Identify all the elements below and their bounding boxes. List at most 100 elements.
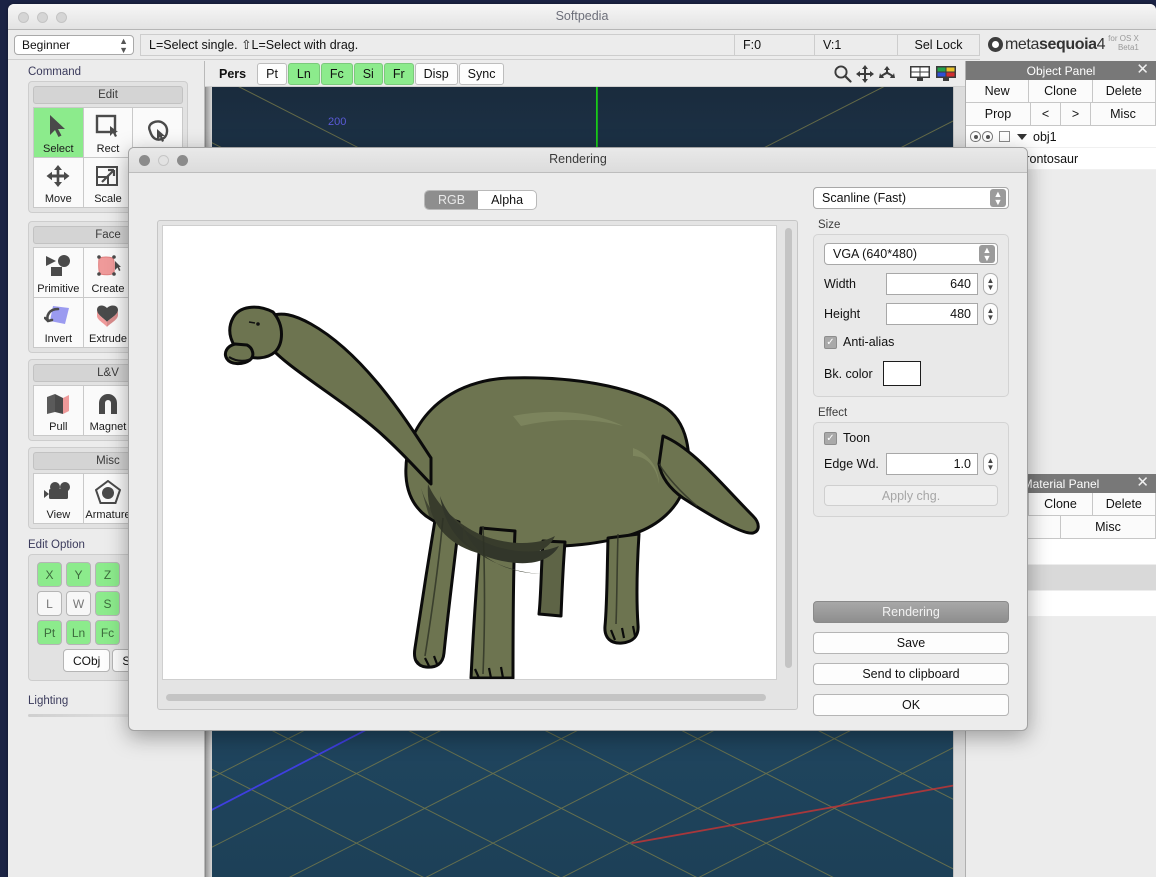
tab-fc[interactable]: Fc <box>320 62 353 85</box>
size-preset-select[interactable]: VGA (640*480) ▲ ▼ <box>824 243 998 265</box>
antialias-checkbox[interactable]: ✓ <box>824 335 837 349</box>
tab-ln[interactable]: Ln <box>287 62 320 85</box>
tool-extrude[interactable]: Extrude <box>83 298 133 347</box>
eye-visible-icon[interactable] <box>970 131 981 142</box>
edge-width-stepper[interactable]: ▲ ▼ <box>983 453 998 475</box>
render-action-buttons: Rendering Save Send to clipboard OK <box>813 601 1009 716</box>
tool-view[interactable]: View <box>34 474 83 523</box>
pan-icon[interactable] <box>856 64 874 88</box>
tool-select[interactable]: Select <box>34 108 83 157</box>
toon-checkbox[interactable]: ✓ <box>824 431 837 445</box>
object-checkbox[interactable] <box>999 131 1010 142</box>
tool-invert-label: Invert <box>44 333 73 345</box>
object-panel-buttons-row2: Prop < > Misc <box>966 103 1156 126</box>
width-stepper[interactable]: ▲ ▼ <box>983 273 998 295</box>
vertex-count-readout: V:1 <box>814 33 897 56</box>
tool-primitive[interactable]: Primitive <box>34 248 83 297</box>
cobj-button[interactable]: CObj <box>63 649 111 672</box>
ok-button[interactable]: OK <box>813 694 1009 716</box>
effect-group: ✓ Toon Edge Wd. 1.0 ▲ ▼ Apply chg. <box>813 422 1009 517</box>
object-new-button[interactable]: New <box>966 80 1030 103</box>
bk-color-row: Bk. color <box>824 361 998 386</box>
axis-chip-x[interactable]: X <box>37 562 62 587</box>
app-brand-logo: metasequoia4 for OS X Beta1 <box>980 29 1156 60</box>
object-delete-button[interactable]: Delete <box>1092 80 1156 103</box>
tool-armature[interactable]: Armature <box>83 474 133 523</box>
apply-changes-button[interactable]: Apply chg. <box>824 485 998 506</box>
height-input[interactable]: 480 <box>886 303 978 325</box>
width-row: Width 640 ▲ ▼ <box>824 273 998 295</box>
object-misc-button[interactable]: Misc <box>1091 103 1156 126</box>
tab-rgb[interactable]: RGB <box>425 191 479 209</box>
width-label: Width <box>824 277 856 291</box>
material-misc-button[interactable]: Misc <box>1061 516 1156 539</box>
face-count-readout: F:0 <box>734 33 814 56</box>
tool-primitive-label: Primitive <box>37 283 80 295</box>
axis-chip-y[interactable]: Y <box>66 562 91 587</box>
wireframe-view-icon[interactable] <box>909 65 931 87</box>
window-title: Softpedia <box>555 9 609 23</box>
render-preview-canvas[interactable] <box>162 225 777 680</box>
antialias-row[interactable]: ✓ Anti-alias <box>824 335 998 349</box>
preview-scrollbar-vertical[interactable] <box>784 225 793 680</box>
height-label: Height <box>824 307 861 321</box>
material-clone-button[interactable]: Clone <box>1029 493 1093 516</box>
preview-scrollbar-horizontal[interactable] <box>166 693 774 702</box>
command-panel-label: Command <box>28 66 82 78</box>
material-delete-button[interactable]: Delete <box>1092 493 1156 516</box>
tab-disp[interactable]: Disp <box>414 62 458 85</box>
element-chip-ln[interactable]: Ln <box>66 620 91 645</box>
tab-pers[interactable]: Pers <box>213 63 256 85</box>
close-icon[interactable]: ✕ <box>1136 62 1149 78</box>
save-button[interactable]: Save <box>813 632 1009 654</box>
tool-rect-label: Rect <box>96 143 120 155</box>
tab-si[interactable]: Si <box>353 62 383 85</box>
eye-lock-icon[interactable] <box>982 131 993 142</box>
close-icon[interactable]: ✕ <box>1136 475 1149 491</box>
tool-rect[interactable]: Rect <box>83 108 133 157</box>
toon-row[interactable]: ✓ Toon <box>824 431 998 445</box>
status-hint-text: L=Select single. ⇧L=Select with drag. <box>140 33 734 56</box>
chevron-down-icon[interactable] <box>1017 133 1027 140</box>
renderer-select[interactable]: Scanline (Fast) ▲ ▼ <box>813 187 1009 209</box>
tool-invert[interactable]: Invert <box>34 298 83 347</box>
shaded-view-icon[interactable] <box>935 65 957 87</box>
skill-mode-select[interactable]: Beginner ▲ ▼ <box>14 34 134 55</box>
height-stepper[interactable]: ▲ ▼ <box>983 303 998 325</box>
object-list-item[interactable]: obj1 <box>966 126 1156 148</box>
pull-icon <box>44 386 72 421</box>
tool-create[interactable]: Create <box>83 248 133 297</box>
mode-chip-s[interactable]: S <box>95 591 120 616</box>
tab-fr[interactable]: Fr <box>383 62 414 85</box>
width-input[interactable]: 640 <box>886 273 978 295</box>
axis-scale-label: 200 <box>328 116 347 128</box>
tool-pull[interactable]: Pull <box>34 386 83 435</box>
tab-pt[interactable]: Pt <box>257 62 287 85</box>
size-preset-value: VGA (640*480) <box>833 247 918 261</box>
tool-magnet[interactable]: Magnet <box>83 386 133 435</box>
object-prev-button[interactable]: < <box>1031 103 1061 126</box>
mode-chip-w[interactable]: W <box>66 591 91 616</box>
object-clone-button[interactable]: Clone <box>1029 80 1093 103</box>
application-root: Softpedia Beginner ▲ ▼ L=Select single. ⇧… <box>0 0 1156 877</box>
tool-scale[interactable]: Scale <box>83 158 133 207</box>
height-row: Height 480 ▲ ▼ <box>824 303 998 325</box>
edge-width-input[interactable]: 1.0 <box>886 453 978 475</box>
element-chip-fc[interactable]: Fc <box>95 620 120 645</box>
tab-alpha[interactable]: Alpha <box>478 191 536 209</box>
send-to-clipboard-button[interactable]: Send to clipboard <box>813 663 1009 685</box>
bk-color-swatch[interactable] <box>882 361 921 386</box>
object-next-button[interactable]: > <box>1061 103 1091 126</box>
skill-mode-value: Beginner <box>22 37 71 52</box>
rendering-button[interactable]: Rendering <box>813 601 1009 623</box>
sel-lock-button[interactable]: Sel Lock <box>897 33 980 56</box>
tab-sync[interactable]: Sync <box>458 62 505 85</box>
axis-chip-z[interactable]: Z <box>95 562 120 587</box>
create-face-icon <box>94 248 122 283</box>
magnifier-icon[interactable] <box>833 64 852 88</box>
object-prop-button[interactable]: Prop <box>966 103 1031 126</box>
tool-move[interactable]: Move <box>34 158 83 207</box>
rotate-icon[interactable] <box>878 65 896 88</box>
element-chip-pt[interactable]: Pt <box>37 620 62 645</box>
mode-chip-l[interactable]: L <box>37 591 62 616</box>
